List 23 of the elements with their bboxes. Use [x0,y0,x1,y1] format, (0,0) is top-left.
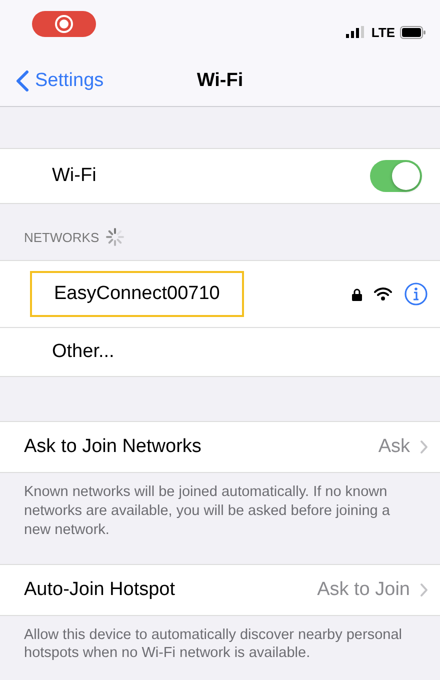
setting-value: Ask [378,436,410,458]
loading-spinner-icon [105,227,126,247]
other-network-item[interactable]: Other... [0,341,114,363]
wifi-icon [374,287,392,301]
setting-value: Ask to Join [317,578,410,601]
wifi-toggle[interactable] [370,160,422,192]
signal-icon [346,26,366,38]
page-title: Wi-Fi [196,70,244,92]
battery-icon [400,26,426,38]
back-link[interactable]: Settings [16,70,104,92]
info-icon[interactable] [404,282,428,306]
network-name[interactable]: EasyConnect00710 [30,271,244,317]
setting-label[interactable]: Auto-Join Hotspot [24,578,176,601]
chevron-left-icon [16,70,29,92]
chevron-right-icon [420,440,428,454]
network-type: LTE [371,24,395,40]
record-icon [54,14,74,34]
setting-description: Known networks will be joined automatically. If no known networks are available, you will be asked before joining a new network. [23,483,391,540]
setting-description: Allow this device to automatically discover nearby personal hotspots when no Wi-Fi network is available. [23,626,403,664]
wifi-label: Wi-Fi [51,165,96,187]
chevron-right-icon [420,582,428,597]
section-header: NETWORKS [24,230,100,244]
setting-label[interactable]: Ask to Join Networks [24,436,202,458]
